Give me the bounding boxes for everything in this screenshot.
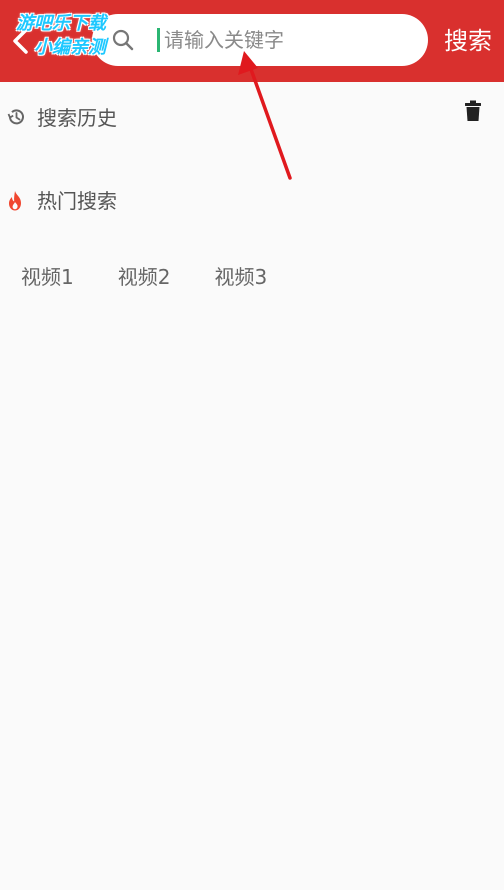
- watermark-logo: 游吧乐下载 小编亲测: [16, 12, 144, 68]
- text-caret: [157, 28, 160, 52]
- fire-icon: [9, 191, 21, 211]
- annotation-arrow: [238, 51, 292, 180]
- watermark-line1: 游吧乐下载: [16, 13, 106, 34]
- search-button[interactable]: 搜索: [438, 22, 498, 60]
- hot-search-header: 热门搜索: [0, 181, 504, 221]
- hot-search-title: 热门搜索: [37, 189, 117, 213]
- watermark-line2: 小编亲测: [34, 37, 106, 58]
- hot-tag[interactable]: 视频3: [214, 260, 267, 294]
- trash-icon[interactable]: [464, 100, 482, 122]
- hot-tag[interactable]: 视频1: [21, 260, 74, 294]
- history-title: 搜索历史: [37, 106, 117, 130]
- history-icon: [7, 109, 24, 125]
- search-page: 搜索 游吧乐下载 小编亲测 搜索历史 热门搜索 视频1 视频2 视频3: [0, 0, 504, 890]
- hot-tag[interactable]: 视频2: [118, 260, 171, 294]
- hot-tag-list: 视频1 视频2 视频3: [21, 260, 311, 294]
